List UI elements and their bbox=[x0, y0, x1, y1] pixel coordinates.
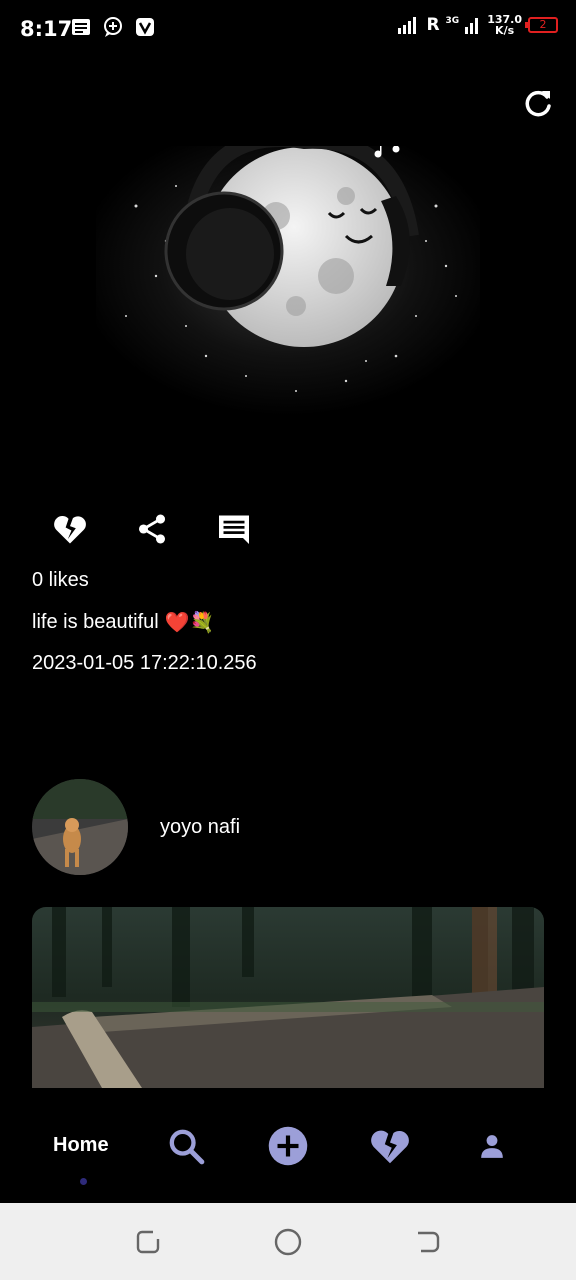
system-navigation-bar bbox=[0, 1203, 576, 1280]
network-generation: 3G bbox=[445, 16, 460, 26]
nav-search[interactable] bbox=[164, 1124, 208, 1168]
caption-emojis: ❤️💐 bbox=[164, 612, 215, 634]
person-icon bbox=[481, 1135, 503, 1158]
signal-strength-icon bbox=[398, 17, 417, 34]
share-button[interactable] bbox=[132, 508, 172, 550]
home-icon[interactable] bbox=[273, 1227, 303, 1257]
back-icon[interactable] bbox=[413, 1227, 443, 1257]
post-image-2[interactable] bbox=[32, 907, 544, 1088]
status-bar: 8:17 R 3G 137.0 K/s 2 bbox=[0, 0, 576, 58]
battery-indicator: 2 bbox=[525, 17, 558, 33]
chat-plus-notification-icon bbox=[104, 17, 122, 37]
nav-active-indicator bbox=[80, 1178, 87, 1185]
post-actions bbox=[50, 508, 254, 550]
broken-heart-icon bbox=[54, 516, 86, 544]
avatar[interactable] bbox=[32, 779, 128, 875]
signal-strength-icon-2 bbox=[465, 18, 479, 34]
nav-profile[interactable] bbox=[470, 1124, 514, 1168]
comment-button[interactable] bbox=[214, 508, 254, 550]
app-notification-icon bbox=[136, 18, 154, 36]
message-notification-icon bbox=[72, 19, 90, 35]
status-notifications bbox=[70, 16, 156, 38]
roaming-indicator: R bbox=[426, 15, 440, 35]
refresh-icon[interactable] bbox=[520, 86, 556, 122]
unlike-button[interactable] bbox=[50, 508, 90, 550]
search-icon bbox=[169, 1129, 205, 1165]
network-speed: 137.0 K/s bbox=[487, 13, 522, 37]
add-circle-icon bbox=[268, 1126, 308, 1166]
status-time: 8:17 bbox=[20, 17, 73, 41]
post-caption: life is beautiful ❤️💐 bbox=[32, 610, 215, 635]
nav-activity[interactable] bbox=[368, 1124, 412, 1168]
broken-heart-icon bbox=[371, 1130, 409, 1164]
nav-home[interactable]: Home bbox=[53, 1134, 109, 1157]
post-username[interactable]: yoyo nafi bbox=[160, 816, 240, 839]
nav-add[interactable] bbox=[266, 1124, 310, 1168]
caption-text: life is beautiful bbox=[32, 611, 159, 633]
recent-apps-icon[interactable] bbox=[133, 1227, 163, 1257]
comment-icon bbox=[219, 515, 249, 544]
share-icon bbox=[138, 514, 166, 544]
post-timestamp: 2023-01-05 17:22:10.256 bbox=[32, 652, 257, 674]
post-image[interactable] bbox=[96, 146, 480, 416]
likes-count: 0 likes bbox=[32, 569, 89, 591]
status-system-icons: R 3G 137.0 K/s 2 bbox=[398, 14, 558, 36]
bottom-navigation: Home bbox=[0, 1100, 576, 1203]
